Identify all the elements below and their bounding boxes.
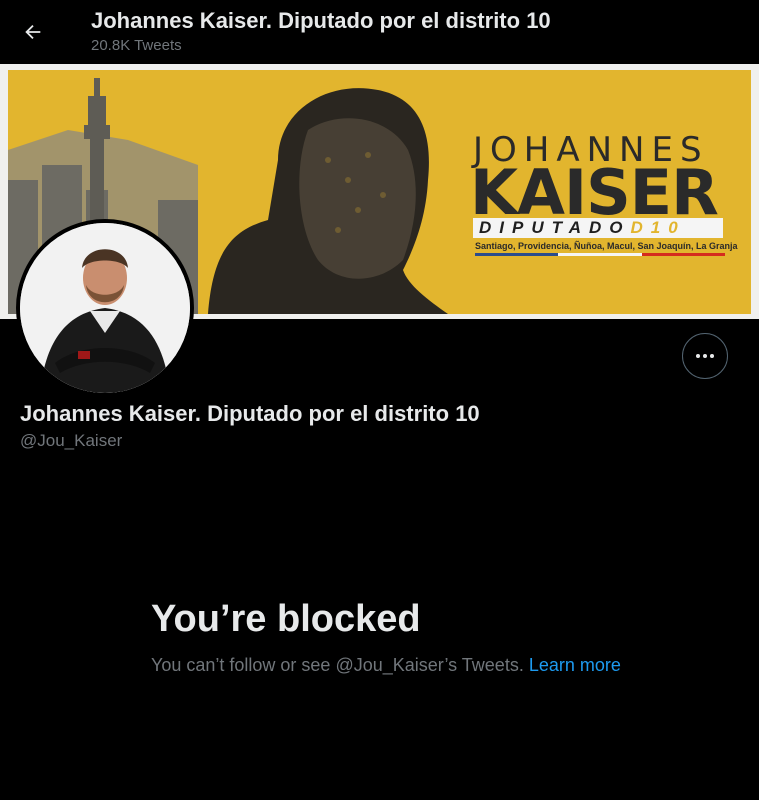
banner-communes: Santiago, Providencia, Ñuñoa, Macul, San…: [475, 241, 738, 251]
blocked-message-text: You can’t follow or see @Jou_Kaiser’s Tw…: [151, 655, 524, 675]
back-button[interactable]: [14, 13, 52, 51]
blocked-title: You’re blocked: [151, 598, 421, 640]
banner-role: DIPUTADO: [479, 218, 631, 237]
banner-role-box: DIPUTADO D10: [473, 218, 723, 238]
banner-flag-stripe: [475, 253, 725, 256]
avatar-image: [20, 223, 190, 393]
profile-name: Johannes Kaiser. Diputado por el distrit…: [20, 401, 480, 426]
top-bar: Johannes Kaiser. Diputado por el distrit…: [0, 0, 759, 64]
blocked-message: You can’t follow or see @Jou_Kaiser’s Tw…: [151, 652, 621, 678]
learn-more-link[interactable]: Learn more: [529, 655, 621, 675]
more-horizontal-icon: [696, 354, 714, 358]
arrow-left-icon: [25, 24, 41, 40]
avatar[interactable]: [16, 219, 194, 397]
banner-district: D10: [630, 218, 686, 237]
more-options-button[interactable]: [682, 333, 728, 379]
page-title: Johannes Kaiser. Diputado por el distrit…: [91, 8, 551, 33]
tweet-count: 20.8K Tweets: [91, 37, 182, 54]
profile-handle: @Jou_Kaiser: [20, 431, 123, 450]
